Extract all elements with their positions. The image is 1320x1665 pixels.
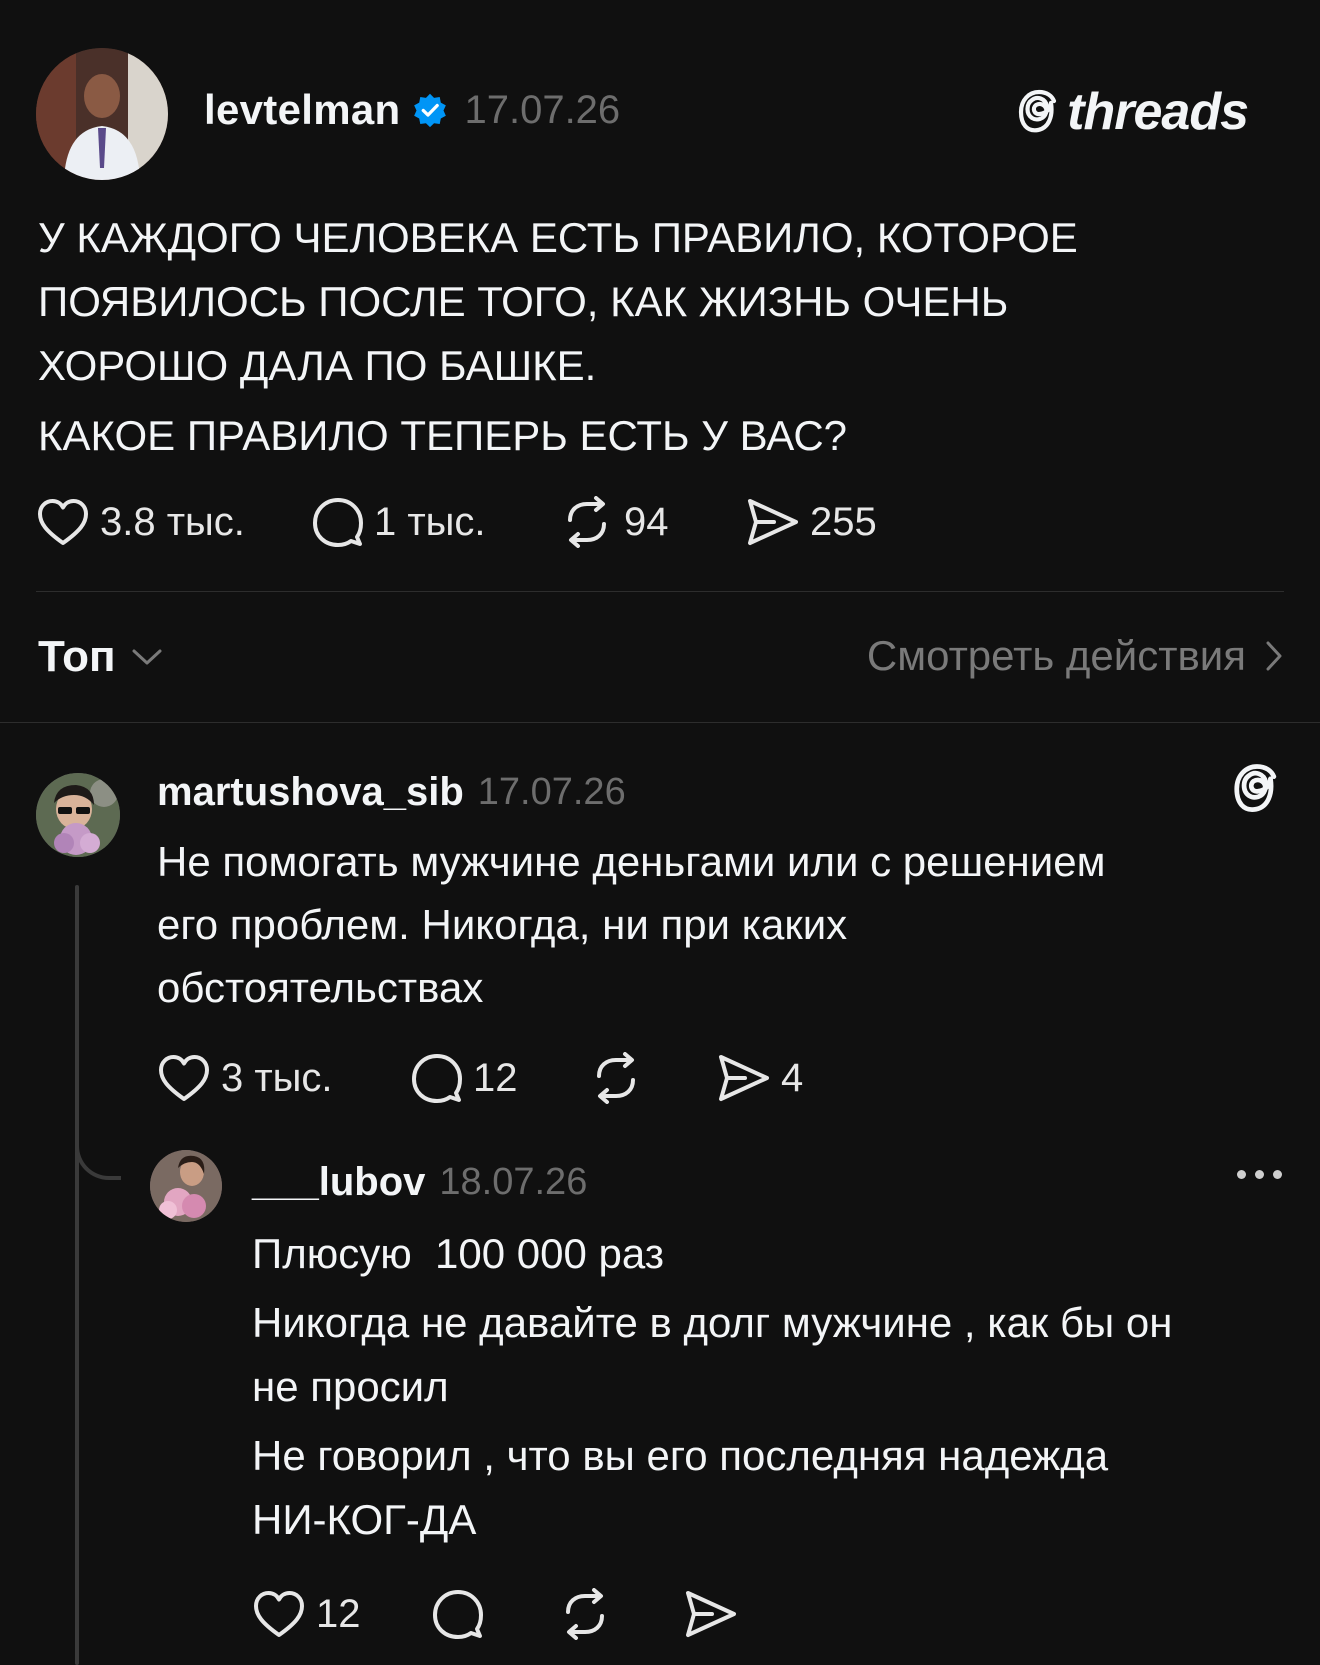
like-count: 3.8 тыс.	[100, 499, 245, 544]
sort-label: Топ	[38, 632, 116, 681]
divider	[0, 722, 1320, 723]
repost-icon	[568, 496, 606, 548]
comment-icon	[313, 498, 363, 547]
thread-connector-line	[75, 885, 79, 1665]
repost-icon	[597, 1052, 635, 1104]
share-button[interactable]	[684, 1589, 738, 1639]
threads-logo: threads	[1017, 82, 1249, 142]
reply-text-line: не просил	[252, 1363, 449, 1410]
repost-button[interactable]	[558, 1588, 684, 1640]
repost-button[interactable]: 94	[560, 496, 746, 548]
more-options-icon[interactable]	[1237, 1170, 1282, 1179]
threads-icon[interactable]	[1232, 762, 1282, 816]
verified-badge-icon	[414, 93, 447, 128]
author-avatar[interactable]	[36, 48, 168, 180]
threads-wordmark: threads	[1067, 83, 1249, 141]
chevron-right-icon	[1266, 641, 1282, 671]
repost-icon	[566, 1588, 604, 1640]
post-text-line: У КАЖДОГО ЧЕЛОВЕКА ЕСТЬ ПРАВИЛО, КОТОРОЕ	[38, 214, 1078, 261]
send-icon	[748, 499, 798, 545]
like-count: 12	[316, 1591, 361, 1636]
reply-count: 1 тыс.	[374, 499, 486, 544]
reply-text-line: НИ-КОГ-ДА	[252, 1496, 477, 1543]
comment-date: 17.07.26	[477, 770, 626, 813]
thread-connector-curve	[75, 1120, 121, 1180]
reply-button[interactable]: 12	[411, 1052, 589, 1104]
reply-count: 12	[473, 1055, 518, 1100]
reply-body: Плюсую 100 000 раз Никогда не давайте в …	[252, 1222, 1292, 1552]
like-button[interactable]: 3.8 тыс.	[36, 497, 312, 547]
reply-header: ___lubov 18.07.26	[252, 1156, 587, 1208]
repost-count: 94	[624, 499, 669, 544]
like-count: 3 тыс.	[221, 1055, 333, 1100]
reply-author-name[interactable]: ___lubov	[252, 1160, 425, 1205]
reply-text-line: Плюсую 100 000 раз	[252, 1230, 665, 1277]
view-activity-link[interactable]: Смотреть действия	[867, 632, 1284, 680]
sort-dropdown[interactable]: Топ	[38, 632, 164, 682]
heart-icon	[254, 1591, 304, 1637]
post-author-row: levtelman 17.07.26	[204, 84, 620, 136]
share-count: 255	[810, 499, 877, 544]
repost-button[interactable]	[589, 1052, 717, 1104]
reply-button[interactable]: 1 тыс.	[312, 496, 560, 548]
post-date: 17.07.26	[464, 87, 621, 132]
heart-icon	[159, 1055, 209, 1101]
share-button[interactable]: 4	[717, 1053, 803, 1103]
post-text-line: КАКОЕ ПРАВИЛО ТЕПЕРЬ ЕСТЬ У ВАС?	[38, 412, 848, 459]
send-icon	[719, 1055, 769, 1101]
share-button[interactable]: 255	[746, 497, 877, 547]
comment-actions: 3 тыс. 12 4	[157, 1052, 803, 1104]
view-activity-label: Смотреть действия	[866, 632, 1246, 679]
reply-button[interactable]	[432, 1588, 558, 1640]
comment-text-line: Не помогать мужчине деньгами или с решен…	[157, 838, 1106, 885]
heart-icon	[38, 499, 88, 545]
reply-text-line: Никогда не давайте в долг мужчине , как …	[252, 1299, 1173, 1346]
post-text-line: ХОРОШО ДАЛА ПО БАШКЕ.	[38, 342, 597, 389]
post-body: У КАЖДОГО ЧЕЛОВЕКА ЕСТЬ ПРАВИЛО, КОТОРОЕ…	[38, 206, 1278, 468]
comment-body: Не помогать мужчине деньгами или с решен…	[157, 830, 1257, 1019]
post-text-line: ПОЯВИЛОСЬ ПОСЛЕ ТОГО, КАК ЖИЗНЬ ОЧЕНЬ	[38, 278, 1009, 325]
like-button[interactable]: 3 тыс.	[157, 1053, 411, 1103]
comment-author-name[interactable]: martushova_sib	[157, 770, 464, 815]
comment-icon	[433, 1590, 483, 1639]
post-actions: 3.8 тыс. 1 тыс. 94 255	[36, 496, 877, 548]
reply-actions: 12	[252, 1588, 738, 1640]
comment-text-line: его проблем. Никогда, ни при каких	[157, 901, 848, 948]
reply-avatar[interactable]	[150, 1150, 222, 1222]
reply-date: 18.07.26	[439, 1160, 588, 1203]
threads-at-icon	[1019, 89, 1057, 133]
share-count: 4	[781, 1055, 804, 1100]
send-icon	[686, 1591, 736, 1637]
comment-header: martushova_sib 17.07.26	[157, 766, 626, 818]
reply-text-line: Не говорил , что вы его последняя надежд…	[252, 1432, 1109, 1479]
comment-text-line: обстоятельствах	[157, 964, 484, 1011]
like-button[interactable]: 12	[252, 1589, 432, 1639]
divider	[36, 591, 1284, 592]
comment-icon	[412, 1054, 462, 1103]
chevron-down-icon	[132, 649, 162, 665]
comment-avatar[interactable]	[36, 773, 120, 857]
post-author-name[interactable]: levtelman	[204, 86, 400, 134]
